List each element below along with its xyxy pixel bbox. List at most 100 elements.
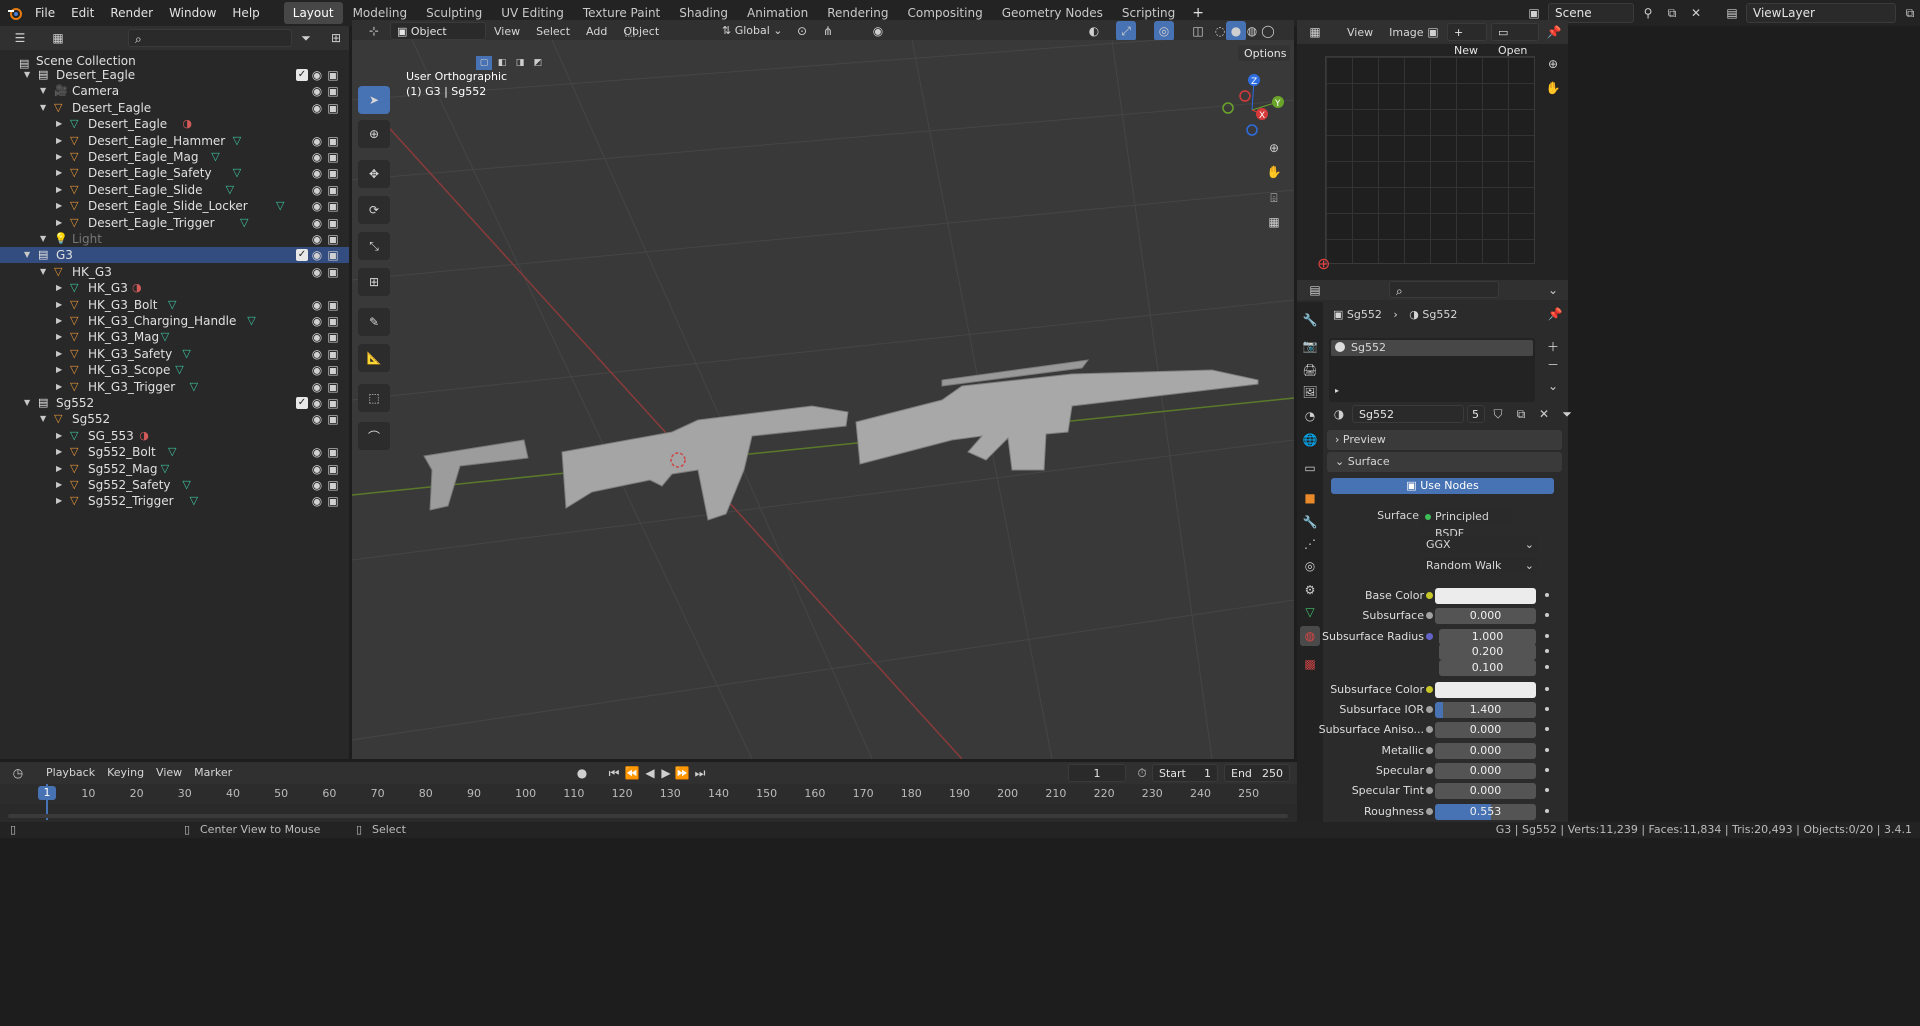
value-slider[interactable]: 1.400	[1435, 702, 1536, 718]
outliner-row[interactable]: ▶ ▽ Desert_Eagle_Slide_Locker ▽ ◉ ▣	[0, 198, 349, 214]
duplicate-icon[interactable]: ⧉	[1511, 404, 1531, 424]
physics-tab-icon[interactable]: ◎	[1300, 556, 1320, 576]
eye-icon[interactable]: ◉	[309, 493, 325, 509]
pin-icon[interactable]: ⚲	[1638, 3, 1658, 23]
expand-right-icon[interactable]: ▶	[56, 133, 62, 149]
expand-right-icon[interactable]: ▶	[56, 297, 62, 313]
material-slot-item[interactable]: Sg552	[1331, 340, 1533, 356]
keyframe-dot-icon[interactable]	[1545, 687, 1549, 691]
viewport-menu-add[interactable]: Add	[578, 25, 615, 38]
outliner-row[interactable]: ▼ ▤ Desert_Eagle ✓ ◉ ▣	[0, 67, 349, 83]
keyframe-dot-icon[interactable]	[1545, 649, 1549, 653]
socket-dot-icon[interactable]	[1426, 787, 1433, 794]
close-icon[interactable]: ✕	[1686, 3, 1706, 23]
outliner-row[interactable]: ▶ ▽ HK_G3_Safety ▽ ◉ ▣	[0, 346, 349, 362]
zoom-icon[interactable]: ⊕	[1264, 138, 1284, 158]
sss-method-dropdown[interactable]: Random Walk ⌄	[1420, 557, 1538, 574]
eye-icon[interactable]: ◉	[309, 149, 325, 165]
keyframe-dot-icon[interactable]	[1545, 788, 1549, 792]
camera-render-icon[interactable]: ▣	[325, 149, 341, 165]
keyframe-dot-icon[interactable]	[1545, 727, 1549, 731]
outliner-row[interactable]: ▶ ▽ SG_553 ◑	[0, 428, 349, 444]
copy-layer-icon[interactable]: ⧉	[1900, 3, 1920, 23]
2d-cursor-icon[interactable]: ⊕	[1317, 254, 1330, 273]
value-slider[interactable]: 0.000	[1435, 722, 1536, 738]
editor-type-icon[interactable]: ☰	[10, 28, 30, 48]
keyframe-dot-icon[interactable]	[1545, 593, 1549, 597]
filter-icon[interactable]: ⏷	[296, 28, 316, 48]
keyframe-dot-icon[interactable]	[1545, 809, 1549, 813]
pan-hand-icon[interactable]: ✋	[1543, 78, 1563, 98]
value-slider[interactable]: 0.553	[1435, 804, 1536, 820]
camera-view-icon[interactable]: ⌹	[1264, 188, 1284, 208]
socket-dot-icon[interactable]	[1426, 706, 1433, 713]
select-subtract-icon[interactable]: ◨	[512, 56, 528, 70]
camera-render-icon[interactable]: ▣	[325, 461, 341, 477]
mesh-data-icon[interactable]: ▽	[233, 166, 247, 180]
object-mode-dropdown[interactable]: ▣ Object Mode	[390, 22, 486, 56]
camera-render-icon[interactable]: ▣	[325, 493, 341, 509]
view-layer-icon[interactable]: ▤	[1722, 3, 1742, 23]
outliner-row[interactable]: ▶ ▽ Sg552_Mag ▽ ◉ ▣	[0, 461, 349, 477]
expand-down-icon[interactable]: ▼	[40, 264, 46, 280]
select-box-tool[interactable]: ➤	[358, 86, 390, 114]
camera-render-icon[interactable]: ▣	[325, 198, 341, 214]
mesh-data-icon[interactable]: ▽	[175, 363, 189, 377]
jump-end-icon[interactable]: ⏭	[690, 763, 710, 783]
annotate-tool[interactable]: ✎	[358, 308, 390, 336]
eye-icon[interactable]: ◉	[309, 362, 325, 378]
value-slider[interactable]: 0.100	[1439, 660, 1536, 676]
eye-icon[interactable]: ◉	[309, 329, 325, 345]
users-count[interactable]: 5	[1467, 405, 1485, 423]
start-frame-field[interactable]: Start 1	[1152, 764, 1218, 782]
expand-down-icon[interactable]: ▼	[40, 100, 46, 116]
end-frame-field[interactable]: End 250	[1224, 764, 1290, 782]
mesh-data-icon[interactable]: ▽	[190, 380, 204, 394]
mesh-data-icon[interactable]: ▽	[190, 494, 204, 508]
jump-start-icon[interactable]: ⏮	[604, 763, 624, 783]
camera-render-icon[interactable]: ▣	[325, 67, 341, 83]
surface-panel-header[interactable]: ⌄ Surface	[1327, 452, 1562, 472]
eye-icon[interactable]: ◉	[309, 411, 325, 427]
material-name-field[interactable]: Sg552	[1352, 405, 1464, 423]
keyframe-dot-icon[interactable]	[1545, 707, 1549, 711]
chevron-down-icon[interactable]: ⌄	[1543, 376, 1563, 396]
timeline-scrollbar[interactable]	[8, 814, 1288, 818]
record-icon[interactable]: ●	[572, 763, 592, 783]
mesh-data-icon[interactable]: ▽	[276, 199, 290, 213]
next-keyframe-icon[interactable]: ⏩	[672, 763, 692, 783]
world-tab-icon[interactable]: 🌐	[1300, 430, 1320, 450]
pan-hand-icon[interactable]: ✋	[1264, 162, 1284, 182]
frame-ruler[interactable]: 10 20 30 40 50 60 70 80 90 100 110 120 130 140 150 160 1…	[0, 784, 1297, 804]
outliner-row[interactable]: ▶ ▽ Desert_Eagle_Slide ▽ ◉ ▣	[0, 182, 349, 198]
timeline-menu-marker[interactable]: Marker	[188, 766, 238, 779]
editor-type-icon[interactable]: ⊹	[364, 21, 384, 41]
pivot-icon[interactable]: ⊙	[792, 21, 812, 41]
move-tool[interactable]: ✥	[358, 160, 390, 188]
expand-icon[interactable]: ▸	[1335, 386, 1339, 395]
color-field[interactable]	[1435, 682, 1536, 698]
snap-icon[interactable]: ⋔	[818, 21, 838, 41]
scale-tool[interactable]: ⤡	[358, 232, 390, 260]
display-mode-icon[interactable]: ▦	[48, 28, 68, 48]
socket-dot-icon[interactable]	[1426, 592, 1433, 599]
eye-icon[interactable]: ◉	[309, 313, 325, 329]
timeline-menu-playback[interactable]: Playback	[40, 766, 101, 779]
eye-icon[interactable]: ◉	[309, 379, 325, 395]
socket-dot-icon[interactable]	[1426, 767, 1433, 774]
value-slider[interactable]: 1.000	[1439, 629, 1536, 645]
value-slider[interactable]: 0.200	[1439, 644, 1536, 660]
camera-render-icon[interactable]: ▣	[325, 165, 341, 181]
expand-right-icon[interactable]: ▶	[56, 461, 62, 477]
expand-right-icon[interactable]: ▶	[56, 116, 62, 132]
measure-tool[interactable]: 📐	[358, 344, 390, 372]
outliner-row[interactable]: ▶ ▽ HK_G3_Trigger ▽ ◉ ▣	[0, 379, 349, 395]
menu-window[interactable]: Window	[161, 6, 224, 20]
rotate-tool[interactable]: ⟳	[358, 196, 390, 224]
image-browse-icon[interactable]: ▣	[1423, 22, 1443, 42]
mesh-data-icon[interactable]: ▽	[182, 347, 196, 361]
ortho-grid-icon[interactable]: ▦	[1264, 212, 1284, 232]
outliner-row[interactable]: ▶ ▽ Desert_Eagle_Hammer ▽ ◉ ▣	[0, 133, 349, 149]
outliner-row[interactable]: ▼ ▽ Sg552 ◉ ▣	[0, 411, 349, 427]
collection-tab-icon[interactable]: ▭	[1300, 458, 1320, 478]
